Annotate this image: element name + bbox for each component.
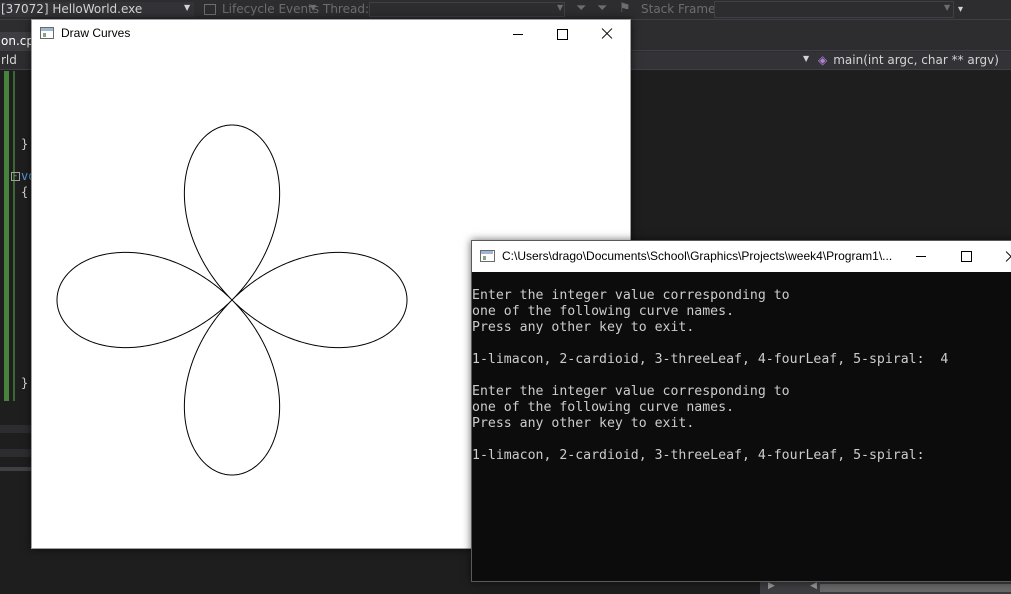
- thread-label: Thread:: [323, 2, 370, 16]
- vs-debug-toolbar: [37072] HelloWorld.exe ▼ Lifecycle Event…: [0, 0, 1011, 20]
- app-window-icon: [40, 27, 54, 39]
- process-dropdown[interactable]: [37072] HelloWorld.exe: [0, 2, 194, 17]
- console-line: 1-limacon, 2-cardioid, 3-threeLeaf, 4-fo…: [472, 448, 925, 463]
- title-bar[interactable]: Draw Curves: [32, 20, 630, 48]
- project-scope-dropdown[interactable]: rld: [1, 53, 31, 67]
- thread-dropdown[interactable]: [369, 2, 565, 17]
- maximize-button[interactable]: [943, 241, 989, 272]
- console-icon: [480, 250, 495, 262]
- minimize-button[interactable]: [898, 241, 944, 272]
- function-label: main(int argc, char ** argv): [833, 53, 999, 67]
- scrollbar-thumb[interactable]: [820, 584, 1011, 592]
- close-button[interactable]: [988, 241, 1011, 272]
- filter-icon[interactable]: ⏷: [576, 1, 586, 16]
- method-icon: ◈: [818, 53, 828, 67]
- code-brace: {: [21, 185, 29, 199]
- process-label: [37072] HelloWorld.exe: [1, 2, 143, 16]
- panel-divider: [0, 467, 35, 471]
- toolbar-overflow-icon[interactable]: ▾: [958, 4, 963, 15]
- chevron-down-icon[interactable]: ▼: [557, 3, 563, 12]
- change-margin: [13, 71, 15, 401]
- console-title: C:\Users\drago\Documents\School\Graphics…: [502, 249, 893, 263]
- flag-icon[interactable]: ⚑: [619, 1, 631, 16]
- code-brace: }: [21, 376, 29, 390]
- chevron-down-icon[interactable]: ▼: [310, 3, 316, 12]
- console-window[interactable]: C:\Users\drago\Documents\School\Graphics…: [471, 240, 1011, 582]
- collapse-icon[interactable]: -: [11, 172, 20, 181]
- panel-divider: [0, 425, 35, 433]
- console-line: one of the following curve names.: [472, 304, 735, 319]
- change-margin: [4, 71, 9, 401]
- file-tab[interactable]: on.cpp: [0, 32, 34, 50]
- window-title: Draw Curves: [61, 26, 131, 40]
- maximize-button[interactable]: [539, 20, 585, 48]
- panel-divider: [0, 449, 35, 457]
- lifecycle-events-button[interactable]: Lifecycle Events: [222, 2, 319, 17]
- lifecycle-events-icon[interactable]: [204, 4, 216, 15]
- close-button[interactable]: [584, 20, 630, 48]
- title-bar[interactable]: C:\Users\drago\Documents\School\Graphics…: [472, 241, 1011, 272]
- scope-dropdown[interactable]: [630, 52, 814, 69]
- minimize-button[interactable]: [495, 20, 541, 48]
- console-line: Enter the integer value corresponding to: [472, 288, 790, 303]
- console-line: one of the following curve names.: [472, 400, 735, 415]
- chevron-down-icon[interactable]: ▼: [184, 3, 190, 12]
- stack-frame-label: Stack Frame:: [641, 2, 720, 16]
- stack-frame-dropdown[interactable]: [714, 1, 954, 18]
- four-leaf-curve: [56, 124, 408, 476]
- console-line: Enter the integer value corresponding to: [472, 384, 790, 399]
- function-dropdown[interactable]: ◈ main(int argc, char ** argv): [814, 52, 1011, 69]
- console-line: Press any other key to exit.: [472, 416, 695, 431]
- scroll-left-icon[interactable]: ◀: [810, 581, 817, 591]
- console-output[interactable]: Enter the integer value corresponding to…: [472, 272, 1011, 581]
- chevron-down-icon[interactable]: ▼: [803, 54, 809, 63]
- filter-icon[interactable]: ⏷: [597, 1, 607, 16]
- console-line: Press any other key to exit.: [472, 320, 695, 335]
- code-brace: }: [21, 137, 29, 151]
- chevron-down-icon[interactable]: ▼: [944, 3, 950, 12]
- scroll-right-icon[interactable]: ▶: [768, 581, 775, 591]
- console-line: 1-limacon, 2-cardioid, 3-threeLeaf, 4-fo…: [472, 352, 949, 367]
